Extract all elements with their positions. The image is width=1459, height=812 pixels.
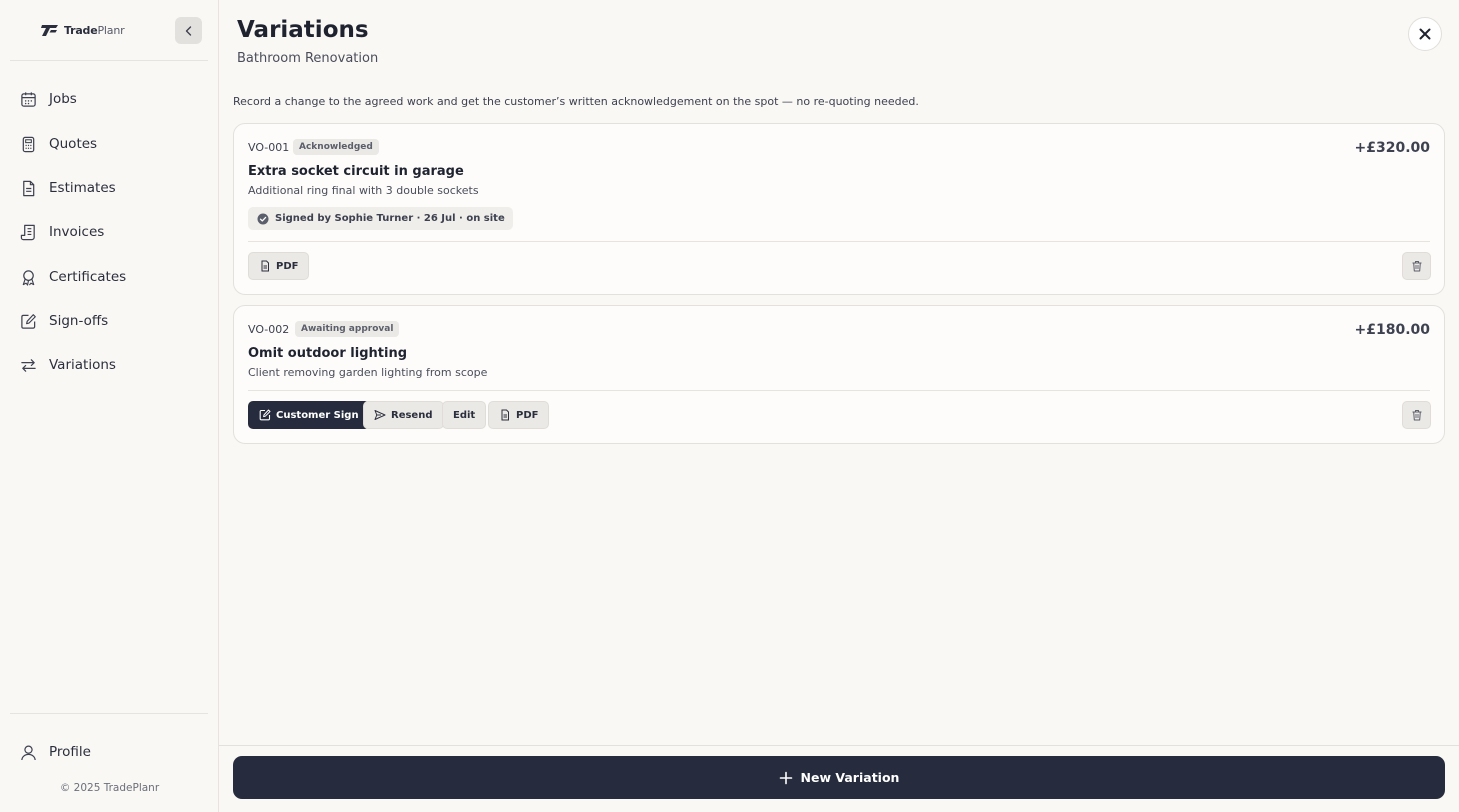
sidebar-divider	[10, 60, 208, 61]
brand-name-bold: Trade	[64, 23, 98, 37]
sidebar-item-certificates[interactable]: Certificates	[20, 267, 126, 287]
sidebar-item-estimates[interactable]: Estimates	[20, 178, 116, 198]
check-circle-icon	[257, 213, 269, 224]
sidebar-item-quotes[interactable]: Quotes	[20, 134, 97, 154]
variation-ref: VO-001	[248, 141, 290, 154]
calendar-icon	[21, 91, 36, 107]
sidebar-item-label: Jobs	[49, 91, 77, 107]
user-icon	[21, 744, 36, 760]
variation-amount: +£180.00	[1354, 322, 1431, 338]
send-icon	[374, 410, 386, 420]
page-subtitle: Bathroom Renovation	[237, 51, 379, 66]
file-icon	[261, 260, 269, 272]
sidebar-item-label: Profile	[49, 744, 91, 760]
variation-ref: VO-002	[248, 323, 290, 336]
sidebar: TradePlanr Jobs Quotes Estimates Invoice…	[0, 0, 219, 812]
sidebar-item-label: Certificates	[49, 269, 127, 285]
pdf-button[interactable]: PDF	[488, 401, 550, 429]
pdf-button-label: PDF	[276, 260, 299, 272]
brand-name: TradePlanr	[64, 23, 125, 37]
variation-description: Client removing garden lighting from sco…	[248, 366, 488, 379]
sidebar-divider	[10, 713, 208, 714]
sidebar-item-label: Sign-offs	[49, 313, 109, 329]
trash-icon	[1412, 410, 1421, 421]
sidebar-item-label: Variations	[49, 357, 116, 373]
pen-square-icon	[259, 409, 271, 421]
variation-title: Omit outdoor lighting	[248, 346, 408, 361]
brand-logo[interactable]: TradePlanr	[40, 22, 125, 38]
sidebar-item-label: Quotes	[49, 136, 98, 152]
delete-button[interactable]	[1402, 252, 1431, 280]
calculator-icon	[22, 136, 35, 152]
delete-button[interactable]	[1402, 401, 1431, 429]
new-variation-button[interactable]: New Variation	[233, 756, 1445, 799]
close-button[interactable]	[1408, 17, 1442, 51]
file-icon	[501, 409, 509, 421]
award-icon	[22, 269, 35, 286]
sidebar-item-invoices[interactable]: Invoices	[20, 222, 104, 242]
arrows-swap-icon	[21, 358, 36, 372]
receipt-icon	[20, 224, 35, 240]
chevron-left-icon	[185, 25, 191, 36]
variation-card: VO-002 Awaiting approval +£180.00 Omit o…	[233, 305, 1445, 444]
document-icon	[23, 180, 35, 196]
customer-sign-label: Customer Sign	[276, 409, 359, 421]
plus-icon	[779, 771, 792, 784]
variation-card: VO-001 Acknowledged +£320.00 Extra socke…	[233, 123, 1445, 295]
variation-title: Extra socket circuit in garage	[248, 164, 464, 179]
signed-chip: Signed by Sophie Turner · 26 Jul · on si…	[248, 207, 513, 230]
signed-text: Signed by Sophie Turner · 26 Jul · on si…	[275, 213, 505, 224]
pdf-button-label: PDF	[516, 409, 539, 421]
sidebar-item-label: Estimates	[49, 180, 116, 196]
pdf-button[interactable]: PDF	[248, 252, 310, 280]
new-variation-label: New Variation	[800, 770, 900, 785]
customer-sign-button[interactable]: Customer Sign	[248, 401, 370, 429]
card-divider	[248, 390, 1430, 391]
resend-label: Resend	[391, 409, 433, 421]
variation-amount: +£320.00	[1354, 140, 1431, 156]
close-icon	[1419, 28, 1431, 40]
intro-text: Record a change to the agreed work and g…	[233, 95, 919, 108]
sidebar-item-variations[interactable]: Variations	[20, 355, 116, 375]
brand-name-light: Planr	[97, 23, 125, 37]
sidebar-item-label: Invoices	[49, 224, 105, 240]
edit-button[interactable]: Edit	[442, 401, 487, 429]
logo-icon	[41, 25, 58, 36]
variation-description: Additional ring final with 3 double sock…	[248, 184, 479, 197]
copyright-text: © 2025 TradePlanr	[59, 782, 160, 794]
card-divider	[248, 241, 1430, 242]
footer-divider	[219, 745, 1459, 746]
pen-square-icon	[21, 313, 36, 329]
trash-icon	[1412, 261, 1421, 272]
status-badge: Acknowledged	[293, 139, 379, 155]
sidebar-item-profile[interactable]: Profile	[20, 742, 91, 762]
sidebar-item-sign-offs[interactable]: Sign-offs	[20, 311, 108, 331]
edit-label: Edit	[453, 409, 476, 421]
page-title: Variations	[237, 17, 369, 43]
sidebar-item-jobs[interactable]: Jobs	[20, 89, 77, 109]
collapse-sidebar-button[interactable]	[175, 17, 202, 44]
resend-button[interactable]: Resend	[363, 401, 444, 429]
status-badge: Awaiting approval	[295, 321, 400, 337]
